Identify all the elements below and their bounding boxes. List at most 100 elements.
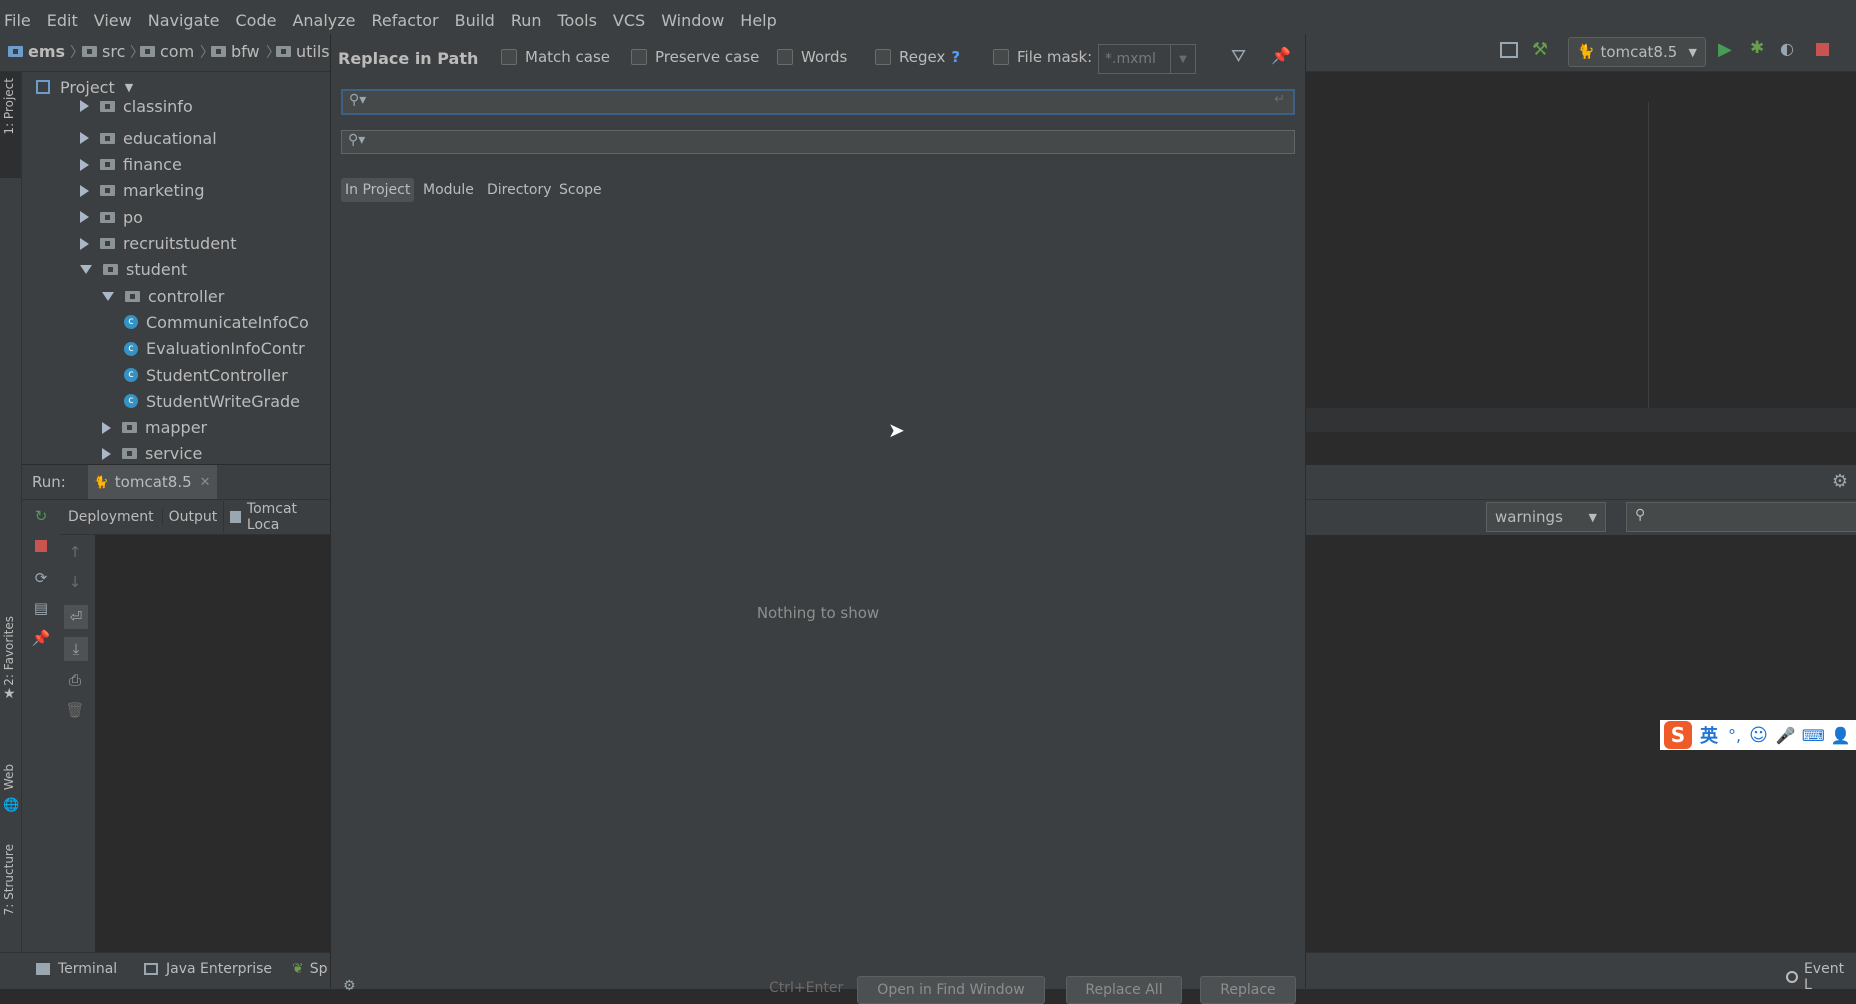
breadcrumb-src[interactable]: src [82,42,125,61]
search-field[interactable]: ⚲▾ ↵ [341,89,1295,115]
stop-icon[interactable] [1816,43,1829,56]
structure-tool-tab[interactable]: 7: Structure [0,840,21,950]
layout-icon[interactable] [1500,42,1518,58]
tab-java-enterprise[interactable]: Java Enterprise [144,961,272,977]
menu-window[interactable]: Window [653,11,732,30]
user-icon[interactable]: 👤 [1831,726,1851,745]
rerun-icon[interactable]: ↻ [32,507,50,525]
run-icon[interactable]: ▶ [1718,39,1732,60]
tree-folder-item[interactable]: recruitstudent [80,232,236,256]
chevron-right-icon[interactable] [102,447,111,460]
build-hammer-icon[interactable]: ⚒ [1532,39,1548,60]
chevron-right-icon[interactable] [80,211,89,224]
tree-class-item[interactable]: c CommunicateInfoCo [124,310,309,334]
menu-run[interactable]: Run [503,11,550,30]
regex-help-link[interactable]: ? [951,48,960,66]
ime-lang[interactable]: 英 [1700,722,1718,748]
subtab-deployment[interactable]: Deployment [60,509,162,525]
layout-icon[interactable]: ▤ [32,599,50,617]
menu-help[interactable]: Help [732,11,784,30]
tree-folder-item[interactable]: educational [80,126,217,150]
chevron-right-icon[interactable] [80,184,89,197]
chevron-right-icon[interactable] [80,100,89,112]
tree-class-item[interactable]: c EvaluationInfoContr [124,337,305,361]
subtab-output[interactable]: Output [161,509,224,525]
file-mask-select[interactable]: *.mxml ▼ [1098,44,1196,74]
file-mask-checkbox[interactable]: File mask: [993,48,1092,66]
replace-field[interactable]: ⚲▾ [341,130,1295,154]
web-tool-tab[interactable]: Web 🌐 [0,764,21,824]
menu-analyze[interactable]: Analyze [284,11,363,30]
search-history-icon[interactable]: ⚲▾ [348,132,365,148]
scope-in-project[interactable]: In Project [341,178,415,202]
scope-directory[interactable]: Directory [483,178,556,202]
breadcrumb-utils[interactable]: utils [276,42,330,61]
breadcrumb-bfw[interactable]: bfw [211,42,260,61]
tree-folder-item[interactable]: student [80,258,187,282]
stop-icon[interactable] [32,537,50,555]
chevron-right-icon[interactable] [80,237,89,250]
open-in-find-window-button[interactable]: Open in Find Window [857,976,1045,1004]
search-history-icon[interactable]: ⚲▾ [349,92,366,108]
menu-file[interactable]: File [0,11,39,30]
tree-class-item[interactable]: c StudentController [124,363,288,387]
menu-vcs[interactable]: VCS [605,11,653,30]
gear-icon[interactable]: ⚙ [1832,471,1848,492]
tree-folder-item[interactable]: po [80,205,143,229]
run-console[interactable] [95,535,330,952]
event-log-tab[interactable]: Event L [1786,961,1856,993]
trash-icon[interactable]: 🗑 [65,701,84,719]
print-icon[interactable]: ⎙ [66,671,84,689]
menu-build[interactable]: Build [447,11,503,30]
coverage-icon[interactable]: ◐ [1780,39,1794,58]
log-level-select[interactable]: warnings ▼ [1486,502,1606,532]
run-config-selector[interactable]: 🐈 tomcat8.5 ▼ [1568,37,1706,67]
tree-folder-item[interactable]: finance [80,153,182,177]
chevron-down-icon[interactable] [102,291,114,301]
chevron-down-icon[interactable] [80,265,92,275]
pin-icon[interactable]: 📌 [32,629,51,647]
arrow-up-icon[interactable]: ↑ [66,543,84,561]
replace-button[interactable]: Replace [1200,976,1296,1004]
words-checkbox[interactable]: Words [777,48,847,66]
subtab-tomcat-log[interactable]: Tomcat Loca [223,501,330,533]
menu-navigate[interactable]: Navigate [140,11,228,30]
keyboard-icon[interactable]: ⌨ [1802,726,1825,745]
project-tool-tab[interactable]: 1: Project [0,72,21,178]
scope-module[interactable]: Module [419,178,478,202]
menu-code[interactable]: Code [228,11,285,30]
filter-icon[interactable]: ⛛ [1231,46,1246,67]
tree-folder-item[interactable]: marketing [80,179,205,203]
arrow-down-icon[interactable]: ↓ [66,573,84,591]
tab-spring[interactable]: ❦ Sp [292,961,328,977]
chevron-right-icon[interactable] [102,421,111,434]
debug-bug-icon[interactable]: ✱ [1750,38,1764,58]
punctuation-icon[interactable]: °, [1728,726,1741,745]
menu-tools[interactable]: Tools [550,11,605,30]
mic-icon[interactable]: 🎤 [1776,726,1796,745]
menu-view[interactable]: View [86,11,140,30]
soft-wrap-icon[interactable]: ⏎ [64,605,88,629]
tree-folder-item[interactable]: mapper [102,416,207,440]
scope-custom[interactable]: Scope [555,178,606,202]
replace-all-button[interactable]: Replace All [1066,976,1182,1004]
tab-terminal[interactable]: Terminal [36,961,117,977]
replace-input[interactable] [376,132,1260,152]
preserve-case-checkbox[interactable]: Preserve case [631,48,759,66]
regex-checkbox[interactable]: Regex ? [875,48,960,66]
tree-folder-item[interactable]: controller [102,284,224,308]
tree-folder-item[interactable]: service [102,442,202,464]
menu-edit[interactable]: Edit [39,11,86,30]
newline-icon[interactable]: ↵ [1274,92,1285,107]
tree-class-item[interactable]: c StudentWriteGrade [124,389,300,413]
pin-icon[interactable]: 📌 [1271,46,1291,65]
menu-refactor[interactable]: Refactor [364,11,447,30]
run-tab-tomcat[interactable]: 🐈 tomcat8.5 ✕ [87,465,217,499]
editor-area[interactable] [1304,72,1856,432]
chevron-right-icon[interactable] [80,158,89,171]
log-search-input[interactable]: ⚲ [1626,502,1856,532]
search-input[interactable] [377,92,1261,112]
restart-icon[interactable]: ⟳ [32,569,50,587]
tree-folder-item[interactable]: classinfo [80,94,193,118]
close-icon[interactable]: ✕ [200,475,211,490]
